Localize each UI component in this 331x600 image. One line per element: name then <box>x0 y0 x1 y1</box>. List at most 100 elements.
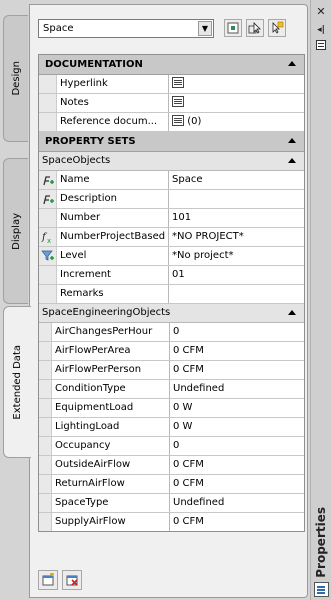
property-value[interactable]: 0 CFM <box>170 361 304 379</box>
property-value-increment[interactable]: 01 <box>169 266 304 284</box>
select-objects-icon <box>248 22 261 34</box>
tab-extended-data[interactable]: Extended Data <box>3 306 31 458</box>
property-value-hyperlink[interactable] <box>169 75 304 93</box>
properties-palette: Design Display Extended Data Space ▼ DOC… <box>0 0 331 600</box>
filter-icon <box>39 247 57 265</box>
property-set-spaceengineeringobjects[interactable]: SpaceEngineeringObjects <box>39 304 304 323</box>
tab-design[interactable]: Design <box>3 15 28 142</box>
property-value[interactable]: 0 CFM <box>170 456 304 474</box>
property-name: Increment <box>57 266 169 284</box>
property-value-numberprojectbased[interactable]: *NO PROJECT* <box>169 228 304 246</box>
autohide-icon[interactable]: ◂| <box>314 24 328 36</box>
property-row-numberprojectbased: fx NumberProjectBased *NO PROJECT* <box>39 228 304 247</box>
palette-title: Properties <box>314 507 328 578</box>
collapse-icon[interactable] <box>288 158 296 163</box>
close-icon[interactable]: ✕ <box>314 6 328 18</box>
property-row-number: Number 101 <box>39 209 304 228</box>
property-name: Reference docum... <box>57 113 169 131</box>
property-set-title: SpaceObjects <box>42 155 111 166</box>
property-name: ConditionType <box>52 380 170 398</box>
property-row-outsideairflow: OutsideAirFlow 0 CFM <box>39 456 304 475</box>
property-name: EquipmentLoad <box>52 399 170 417</box>
property-row-spacetype: SpaceType Undefined <box>39 494 304 513</box>
property-row-conditiontype: ConditionType Undefined <box>39 380 304 399</box>
property-row-notes: Notes <box>39 94 304 113</box>
property-value-name[interactable]: Space <box>169 171 304 189</box>
toolbar: Space ▼ <box>38 19 303 39</box>
properties-icon <box>314 582 329 597</box>
properties-panel: Space ▼ DOCUMENTATION Hyperlink Notes Re… <box>29 4 308 598</box>
property-name: AirChangesPerHour <box>52 323 170 341</box>
collapse-icon[interactable] <box>288 138 296 143</box>
menu-icon[interactable] <box>314 40 328 52</box>
edit-formula-icon <box>39 171 57 189</box>
category-property-sets-title: PROPERTY SETS <box>45 136 136 147</box>
list-editor-icon[interactable] <box>172 95 184 107</box>
property-value-notes[interactable] <box>169 94 304 112</box>
property-row-description: Description <box>39 190 304 209</box>
property-value[interactable]: 0 <box>170 323 304 341</box>
property-row-supplyairflow: SupplyAirFlow 0 CFM <box>39 513 304 531</box>
property-name: Hyperlink <box>57 75 169 93</box>
property-name: NumberProjectBased <box>57 228 169 246</box>
object-type-value: Space <box>43 23 74 34</box>
property-row-increment: Increment 01 <box>39 266 304 285</box>
property-row-occupancy: Occupancy 0 <box>39 437 304 456</box>
property-grid: DOCUMENTATION Hyperlink Notes Reference … <box>38 54 305 532</box>
property-value[interactable]: 0 W <box>170 418 304 436</box>
property-value-level[interactable]: *No project* <box>169 247 304 265</box>
property-row-level: Level *No project* <box>39 247 304 266</box>
property-name: Description <box>57 190 169 208</box>
property-row-hyperlink: Hyperlink <box>39 75 304 94</box>
remove-property-set-button[interactable] <box>62 570 82 590</box>
property-row-airflowperarea: AirFlowPerArea 0 CFM <box>39 342 304 361</box>
add-property-set-button[interactable] <box>38 570 58 590</box>
property-name: SupplyAirFlow <box>52 513 170 531</box>
property-name: AirFlowPerPerson <box>52 361 170 379</box>
list-editor-icon[interactable] <box>172 76 184 88</box>
object-type-select[interactable]: Space ▼ <box>38 19 214 38</box>
property-value-number[interactable]: 101 <box>169 209 304 227</box>
property-name: ReturnAirFlow <box>52 475 170 493</box>
property-value[interactable]: 0 <box>170 437 304 455</box>
property-name: Occupancy <box>52 437 170 455</box>
property-row-name: Name Space <box>39 171 304 190</box>
collapse-icon[interactable] <box>288 61 296 66</box>
property-value[interactable]: 0 CFM <box>170 342 304 360</box>
tab-display-label: Display <box>10 212 22 250</box>
add-property-set-icon <box>42 572 54 586</box>
property-row-equipmentload: EquipmentLoad 0 W <box>39 399 304 418</box>
quick-select-button[interactable] <box>224 19 242 37</box>
property-value[interactable]: 0 CFM <box>170 513 304 531</box>
property-value-description[interactable] <box>169 190 304 208</box>
collapse-icon[interactable] <box>288 310 296 315</box>
chevron-down-icon[interactable]: ▼ <box>198 21 212 36</box>
property-row-reference-documents: Reference docum... (0) <box>39 113 304 132</box>
property-value-remarks[interactable] <box>169 285 304 303</box>
property-name: Name <box>57 171 169 189</box>
category-documentation[interactable]: DOCUMENTATION <box>39 55 304 75</box>
property-value[interactable]: Undefined <box>170 380 304 398</box>
list-editor-icon[interactable] <box>172 114 184 126</box>
palette-titlebar[interactable]: ✕ ◂| Properties <box>310 0 331 600</box>
function-icon: fx <box>39 228 57 246</box>
property-row-airflowperperson: AirFlowPerPerson 0 CFM <box>39 361 304 380</box>
pickadd-icon <box>272 21 284 34</box>
reference-count: (0) <box>187 116 202 127</box>
pickadd-toggle-button[interactable] <box>268 19 286 37</box>
property-value-reference-documents[interactable]: (0) <box>169 113 304 131</box>
property-set-spaceobjects[interactable]: SpaceObjects <box>39 152 304 171</box>
property-name: Level <box>57 247 169 265</box>
category-documentation-title: DOCUMENTATION <box>45 59 143 70</box>
property-set-title: SpaceEngineeringObjects <box>42 307 171 318</box>
property-value[interactable]: 0 W <box>170 399 304 417</box>
tab-design-label: Design <box>10 61 22 96</box>
property-name: LightingLoad <box>52 418 170 436</box>
property-value[interactable]: Undefined <box>170 494 304 512</box>
tab-display[interactable]: Display <box>3 158 28 304</box>
edit-formula-icon <box>39 190 57 208</box>
svg-text:x: x <box>47 237 51 244</box>
select-objects-button[interactable] <box>246 19 264 37</box>
property-value[interactable]: 0 CFM <box>170 475 304 493</box>
category-property-sets[interactable]: PROPERTY SETS <box>39 132 304 152</box>
